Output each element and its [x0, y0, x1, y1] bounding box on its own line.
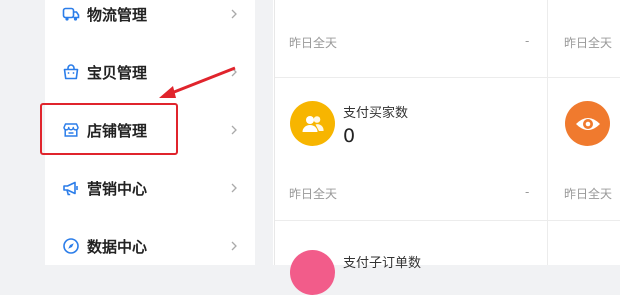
metric-title: 支付子订单数 — [343, 256, 422, 271]
order-icon — [290, 250, 335, 295]
sidebar-item-logistics[interactable]: 物流管理 — [45, 0, 255, 34]
eye-icon — [565, 101, 610, 146]
sidebar-item-label: 数据中心 — [87, 237, 148, 256]
period-label: 昨日全天 — [289, 187, 338, 201]
compass-icon — [62, 237, 80, 255]
period-label: 昨日全天 — [564, 36, 613, 50]
divider — [275, 220, 620, 221]
megaphone-icon — [62, 179, 80, 197]
panel-border — [274, 0, 275, 265]
metric-title: 支付买家数 — [343, 106, 409, 121]
chevron-right-icon — [231, 125, 237, 135]
period-label: 昨日全天 — [564, 187, 613, 201]
annotation-arrow — [159, 66, 236, 98]
truck-icon — [62, 5, 80, 23]
sidebar-item-marketing[interactable]: 营销中心 — [45, 168, 255, 208]
chevron-right-icon — [231, 183, 237, 193]
highlight-box — [40, 103, 178, 155]
users-icon — [290, 101, 335, 146]
sidebar-item-label: 宝贝管理 — [87, 63, 148, 82]
divider — [547, 0, 548, 265]
sidebar-item-label: 营销中心 — [87, 179, 148, 198]
metric-value: 0 — [343, 125, 356, 147]
chevron-right-icon — [231, 241, 237, 251]
chevron-right-icon — [231, 9, 237, 19]
period-label: 昨日全天 — [289, 36, 338, 50]
period-value: - — [525, 34, 530, 48]
divider — [275, 77, 620, 78]
shopping-bag-icon — [62, 63, 80, 81]
sidebar-item-data-center[interactable]: 数据中心 — [45, 226, 255, 266]
period-value: - — [525, 185, 530, 199]
sidebar-item-label: 物流管理 — [87, 5, 148, 24]
